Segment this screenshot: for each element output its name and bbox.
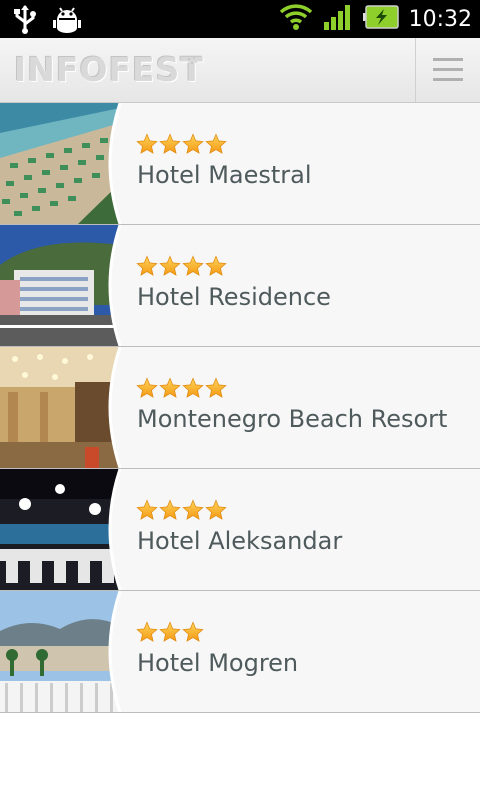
hotel-list-item[interactable]: Hotel Maestral <box>0 103 480 225</box>
hotel-list-item[interactable]: Hotel Aleksandar <box>0 469 480 591</box>
star-rating <box>136 499 227 525</box>
star-icon <box>205 377 227 403</box>
signal-icon <box>323 3 353 35</box>
star-icon <box>182 133 204 159</box>
hotel-list-item[interactable]: Montenegro Beach Resort <box>0 347 480 469</box>
thumbnail-curve <box>100 347 140 468</box>
star-icon <box>136 621 158 647</box>
star-icon <box>159 133 181 159</box>
star-icon <box>205 499 227 525</box>
star-icon <box>159 499 181 525</box>
star-icon <box>136 255 158 281</box>
hotel-name: Montenegro Beach Resort <box>137 405 448 433</box>
star-icon <box>182 377 204 403</box>
hotel-list: Hotel Maestral Hotel Residence Montenegr… <box>0 103 480 713</box>
thumbnail-curve <box>100 591 140 712</box>
app-header: INFOFEST <box>0 38 480 103</box>
debug-icon <box>52 4 82 38</box>
hotel-name: Hotel Residence <box>137 283 331 311</box>
star-rating <box>136 255 227 281</box>
star-icon <box>136 377 158 403</box>
clock: 10:32 <box>408 6 472 32</box>
star-rating <box>136 377 227 403</box>
star-icon <box>182 621 204 647</box>
hotel-name: Hotel Mogren <box>137 649 299 677</box>
star-rating <box>136 621 204 647</box>
star-icon <box>159 621 181 647</box>
star-icon <box>159 255 181 281</box>
hotel-list-item[interactable]: Hotel Mogren <box>0 591 480 713</box>
star-icon <box>205 255 227 281</box>
wifi-icon <box>279 3 313 35</box>
menu-icon <box>433 58 463 81</box>
status-bar: 10:32 <box>0 0 480 38</box>
star-icon <box>205 133 227 159</box>
battery-charging-icon <box>362 4 399 34</box>
menu-button[interactable] <box>415 38 480 102</box>
usb-icon <box>12 4 38 38</box>
hotel-name: Hotel Aleksandar <box>137 527 343 555</box>
star-icon <box>136 133 158 159</box>
hotel-list-item[interactable]: Hotel Residence <box>0 225 480 347</box>
thumbnail-curve <box>100 469 140 590</box>
thumbnail-curve <box>100 103 140 224</box>
star-icon <box>159 377 181 403</box>
star-icon <box>136 499 158 525</box>
star-icon <box>182 255 204 281</box>
app-logo: INFOFEST <box>14 50 204 89</box>
star-icon <box>182 499 204 525</box>
thumbnail-curve <box>100 225 140 346</box>
hotel-name: Hotel Maestral <box>137 161 312 189</box>
star-rating <box>136 133 227 159</box>
logo-sparkle-icon <box>187 57 197 66</box>
